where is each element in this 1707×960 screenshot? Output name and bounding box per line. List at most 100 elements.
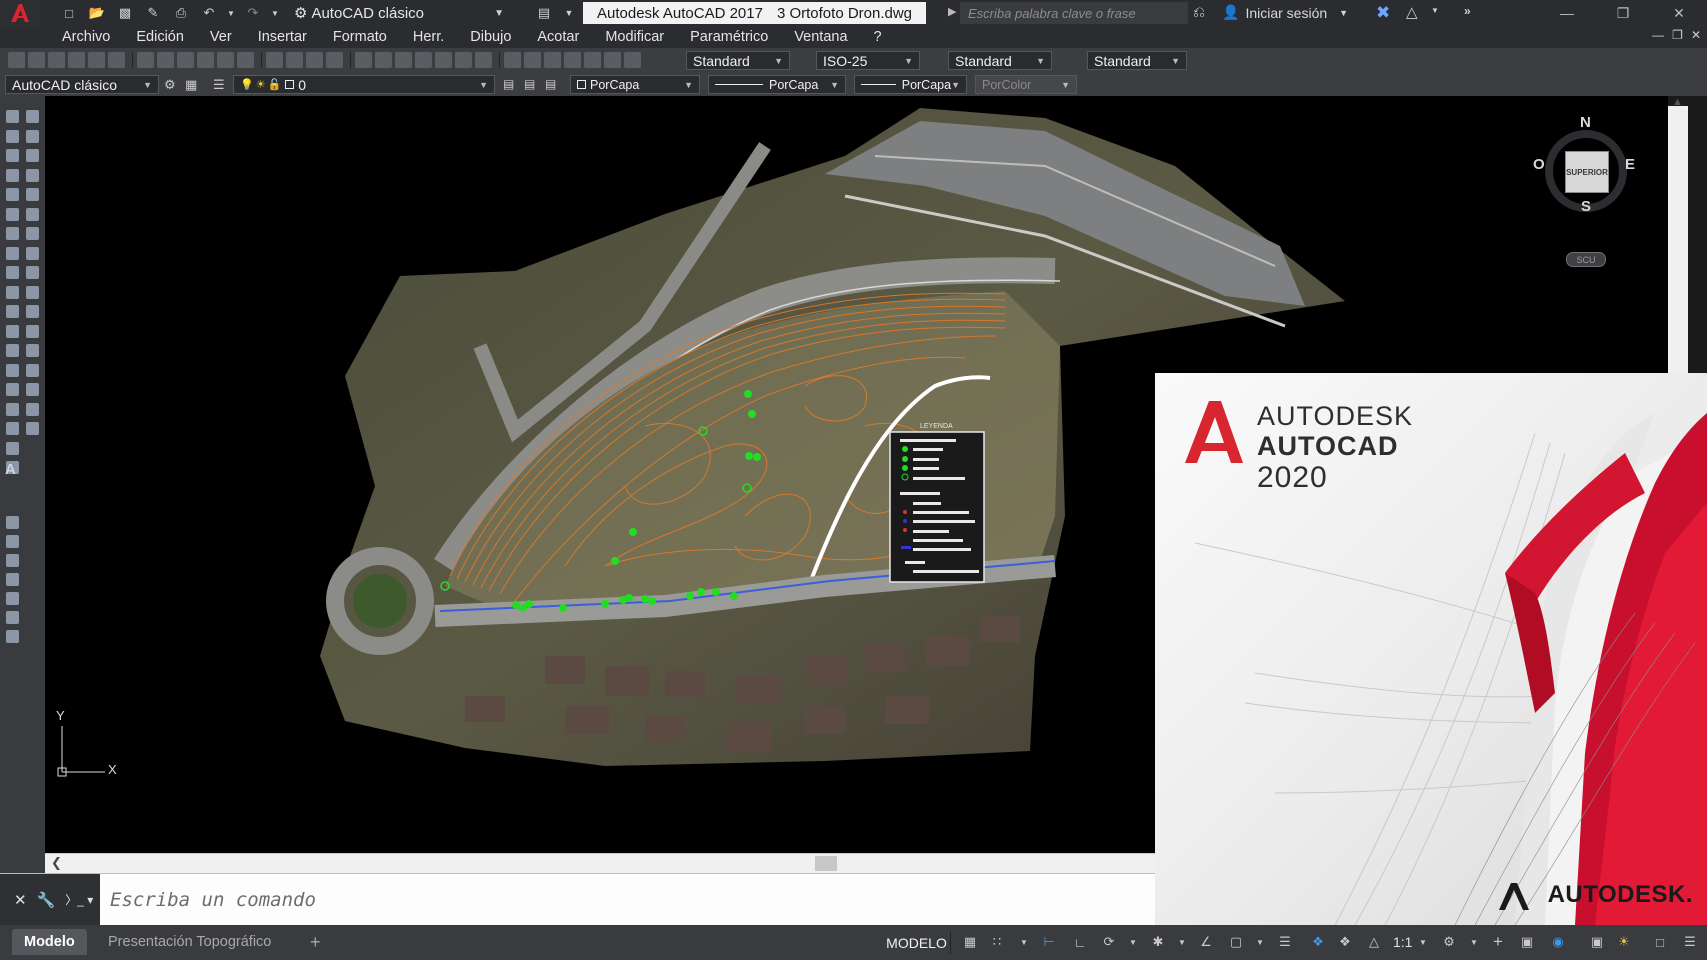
- palette-tool-icon[interactable]: [26, 188, 39, 201]
- snap-icon[interactable]: ∷: [988, 934, 1006, 950]
- toolbar-tool-icon[interactable]: [217, 52, 234, 68]
- palette-tool-icon[interactable]: [6, 630, 19, 643]
- palette-tool-icon[interactable]: [6, 246, 19, 260]
- palette-tool-icon[interactable]: [6, 592, 19, 605]
- application-menu-button[interactable]: [0, 0, 40, 26]
- toolbar-tool-icon[interactable]: [584, 52, 601, 68]
- object-snap-tracking-icon[interactable]: ∠: [1197, 934, 1215, 950]
- maximize-icon[interactable]: ❐: [1595, 0, 1651, 26]
- palette-tool-icon[interactable]: [26, 129, 39, 143]
- compass-west[interactable]: O: [1533, 156, 1545, 173]
- doc-minimize-icon[interactable]: —: [1652, 28, 1664, 42]
- exchange-apps-icon[interactable]: ✖: [1376, 3, 1390, 23]
- doc-restore-icon[interactable]: ❐: [1672, 28, 1683, 42]
- workspace-selector[interactable]: ⚙ AutoCAD clásico ▼: [294, 3, 504, 23]
- undo-dropdown-icon[interactable]: ▼: [226, 4, 236, 22]
- palette-tool-icon[interactable]: [26, 422, 39, 435]
- compass-east[interactable]: E: [1625, 156, 1635, 173]
- annotation-monitor-icon[interactable]: +: [1489, 932, 1507, 951]
- linetype-select[interactable]: PorCapa ▼: [708, 75, 846, 94]
- save-icon[interactable]: ▩: [114, 4, 136, 22]
- chevron-down-icon[interactable]: ▼: [1465, 934, 1483, 950]
- toolbar-tool-icon[interactable]: [48, 52, 65, 68]
- menu-item-10[interactable]: Ventana: [794, 29, 847, 45]
- palette-tool-icon[interactable]: [6, 227, 19, 240]
- wcs-menu[interactable]: SCU: [1566, 252, 1606, 267]
- toolbar-tool-icon[interactable]: [68, 52, 85, 68]
- layer-previous-icon[interactable]: ▤: [524, 77, 535, 91]
- palette-tool-icon[interactable]: [26, 207, 39, 221]
- toolbar-tool-icon[interactable]: [604, 52, 621, 68]
- annotation-scale-icon[interactable]: △: [1365, 934, 1383, 950]
- menu-item-11[interactable]: ?: [874, 29, 882, 45]
- palette-tool-icon[interactable]: [26, 266, 39, 279]
- palette-tool-icon[interactable]: [6, 285, 19, 299]
- stay-connected-icon[interactable]: △: [1406, 3, 1418, 21]
- isodraft-icon[interactable]: ✱: [1149, 934, 1167, 950]
- close-command-icon[interactable]: ✕: [14, 891, 27, 909]
- gear-icon[interactable]: ⚙: [164, 77, 176, 93]
- palette-tool-icon[interactable]: [6, 207, 19, 221]
- doc-close-icon[interactable]: ✕: [1691, 28, 1701, 42]
- fullscreen-icon[interactable]: □: [1651, 934, 1669, 950]
- toolbar-tool-icon[interactable]: [355, 52, 372, 68]
- horizontal-scroll-thumb[interactable]: [815, 856, 837, 871]
- menu-item-0[interactable]: Archivo: [62, 29, 110, 45]
- toolbar-tool-icon[interactable]: [157, 52, 174, 68]
- toolbar-tool-icon[interactable]: [564, 52, 581, 68]
- toolbar-tool-icon[interactable]: [435, 52, 452, 68]
- chevron-down-icon[interactable]: ▼: [1251, 934, 1269, 950]
- save-as-icon[interactable]: ✎: [142, 4, 164, 22]
- undo-icon[interactable]: ↶: [198, 4, 220, 22]
- make-current-icon[interactable]: ▤: [503, 77, 514, 91]
- palette-tool-icon[interactable]: [26, 246, 39, 260]
- toolbar-tool-icon[interactable]: [326, 52, 343, 68]
- polar-tracking-icon[interactable]: ⟳: [1100, 934, 1118, 950]
- palette-tool-icon[interactable]: [26, 168, 39, 182]
- toolbar-tool-icon[interactable]: [286, 52, 303, 68]
- recent-commands-icon[interactable]: 〉_ ▾: [65, 891, 93, 908]
- toolbar-tool-icon[interactable]: [375, 52, 392, 68]
- toolbar-tool-icon[interactable]: [415, 52, 432, 68]
- palette-tool-icon[interactable]: [6, 344, 19, 357]
- palette-tool-icon[interactable]: [6, 383, 19, 396]
- chevron-down-icon[interactable]: ▼: [1124, 934, 1142, 950]
- search-expand-icon[interactable]: ▶: [948, 5, 956, 18]
- search-input[interactable]: Escriba palabra clave o frase: [960, 2, 1188, 24]
- toolbar-tool-icon[interactable]: [475, 52, 492, 68]
- toolbar-tool-icon[interactable]: [455, 52, 472, 68]
- toolbar-tool-icon[interactable]: [8, 52, 25, 68]
- palette-tool-icon[interactable]: [6, 149, 19, 162]
- customization-menu-icon[interactable]: ☰: [1681, 934, 1699, 950]
- menu-item-3[interactable]: Insertar: [258, 29, 307, 45]
- toolbar-tool-icon[interactable]: [88, 52, 105, 68]
- viewcube-face-top[interactable]: SUPERIOR: [1565, 151, 1609, 193]
- toolbar-tool-icon[interactable]: [524, 52, 541, 68]
- close-icon[interactable]: ✕: [1651, 0, 1707, 26]
- chevron-down-icon[interactable]: ▼: [1015, 934, 1033, 950]
- quick-properties-icon[interactable]: ◉: [1549, 934, 1567, 950]
- menu-item-2[interactable]: Ver: [210, 29, 232, 45]
- palette-tool-icon[interactable]: [6, 188, 19, 201]
- toolbar-tool-icon[interactable]: [266, 52, 283, 68]
- toolbar-tool-icon[interactable]: [237, 52, 254, 68]
- signin-button[interactable]: 👤 Iniciar sesión ▼: [1222, 4, 1348, 21]
- toolbar-tool-icon[interactable]: [544, 52, 561, 68]
- help-expand-icon[interactable]: »: [1464, 4, 1471, 18]
- menu-item-4[interactable]: Formato: [333, 29, 387, 45]
- palette-tool-icon[interactable]: [6, 110, 19, 123]
- scroll-left-icon[interactable]: ❮: [51, 855, 62, 871]
- redo-icon[interactable]: ↷: [242, 4, 264, 22]
- toolbar-tool-icon[interactable]: [108, 52, 125, 68]
- compass-south[interactable]: S: [1581, 198, 1591, 215]
- palette-tool-icon[interactable]: [6, 324, 19, 338]
- new-file-icon[interactable]: □: [58, 4, 80, 22]
- palette-tool-icon[interactable]: [6, 422, 19, 435]
- lineweight-icon[interactable]: ☰: [1276, 934, 1294, 950]
- plot-icon[interactable]: ⎙: [170, 4, 192, 22]
- lineweight-select[interactable]: PorCapa ▼: [854, 75, 967, 94]
- auto-scale-icon[interactable]: ❖: [1336, 934, 1354, 950]
- palette-tool-icon[interactable]: [26, 383, 39, 396]
- redo-dropdown-icon[interactable]: ▼: [270, 4, 280, 22]
- scroll-up-icon[interactable]: ▲: [1672, 96, 1683, 108]
